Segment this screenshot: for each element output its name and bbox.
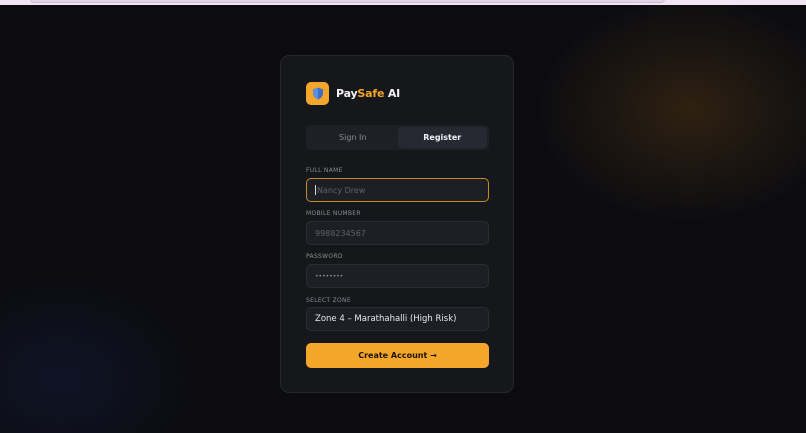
full-name-placeholder: Nancy Drew: [317, 185, 366, 195]
tab-register[interactable]: Register: [397, 127, 487, 148]
auth-tabs: Sign In Register: [306, 125, 489, 150]
brand-name: PaySafe AI: [336, 87, 401, 100]
password-input[interactable]: ••••••••: [306, 264, 489, 288]
password-label: PASSWORD: [306, 253, 343, 260]
mobile-number-placeholder: 9988234567: [315, 228, 366, 238]
register-card: PaySafe AI Sign In Register FULL NAME Na…: [280, 55, 514, 393]
address-bar-edge: [30, 0, 665, 3]
mobile-number-input[interactable]: 9988234567: [306, 221, 489, 245]
full-name-label: FULL NAME: [306, 167, 343, 174]
browser-top-strip: [0, 0, 806, 5]
password-mask: ••••••••: [315, 272, 344, 280]
brand: PaySafe AI: [306, 81, 400, 106]
create-account-button[interactable]: Create Account →: [306, 343, 489, 368]
shield-icon: [306, 82, 329, 105]
select-zone-label: SELECT ZONE: [306, 297, 351, 304]
zone-select-value: Zone 4 – Marathahalli (High Risk): [315, 314, 457, 324]
text-caret: [315, 185, 316, 195]
tab-sign-in[interactable]: Sign In: [308, 127, 398, 148]
full-name-input[interactable]: Nancy Drew: [306, 178, 489, 202]
mobile-number-label: MOBILE NUMBER: [306, 210, 361, 217]
zone-select[interactable]: Zone 4 – Marathahalli (High Risk): [306, 307, 489, 331]
